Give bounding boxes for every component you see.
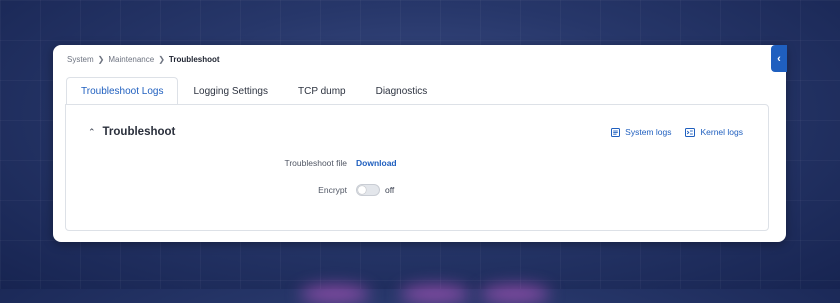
chevron-up-icon[interactable]: ⌃: [88, 127, 96, 138]
list-icon: [611, 127, 621, 137]
encrypt-state: off: [385, 185, 395, 195]
troubleshoot-file-label: Troubleshoot file: [284, 158, 347, 168]
kernel-logs-label: Kernel logs: [700, 127, 743, 137]
tab-tcp-dump[interactable]: TCP dump: [283, 77, 361, 104]
tab-content: ⌃ Troubleshoot System logs Kernel logs T…: [65, 104, 769, 231]
background-glow: [480, 285, 550, 303]
breadcrumb: System ❯ Maintenance ❯ Troubleshoot: [67, 55, 220, 64]
section-title: Troubleshoot: [102, 126, 176, 138]
breadcrumb-system[interactable]: System: [67, 55, 94, 64]
section-header[interactable]: ⌃ Troubleshoot: [88, 126, 175, 138]
tab-diagnostics[interactable]: Diagnostics: [361, 77, 443, 104]
encrypt-label: Encrypt: [318, 185, 347, 195]
encrypt-toggle[interactable]: [356, 184, 380, 196]
tab-bar: Troubleshoot Logs Logging Settings TCP d…: [66, 77, 442, 104]
encrypt-row: Encrypt off: [66, 184, 768, 196]
breadcrumb-maintenance[interactable]: Maintenance: [108, 55, 154, 64]
system-logs-label: System logs: [625, 127, 672, 137]
chevron-left-icon[interactable]: ‹: [771, 45, 787, 72]
background-glow: [400, 285, 470, 303]
tab-troubleshoot-logs[interactable]: Troubleshoot Logs: [66, 77, 179, 104]
troubleshoot-file-row: Troubleshoot file Download: [66, 158, 768, 168]
chevron-right-icon: ❯: [97, 55, 105, 64]
log-links: System logs Kernel logs: [597, 127, 743, 137]
download-link[interactable]: Download: [356, 158, 397, 168]
breadcrumb-current: Troubleshoot: [168, 55, 220, 64]
toggle-knob: [358, 186, 366, 194]
chevron-right-icon: ❯: [158, 55, 165, 64]
terminal-icon: [685, 127, 696, 137]
kernel-logs-link[interactable]: Kernel logs: [685, 127, 743, 137]
main-panel: System ❯ Maintenance ❯ Troubleshoot Trou…: [53, 45, 786, 242]
tab-logging-settings[interactable]: Logging Settings: [178, 77, 283, 104]
system-logs-link[interactable]: System logs: [611, 127, 671, 137]
background-glow: [300, 285, 370, 303]
